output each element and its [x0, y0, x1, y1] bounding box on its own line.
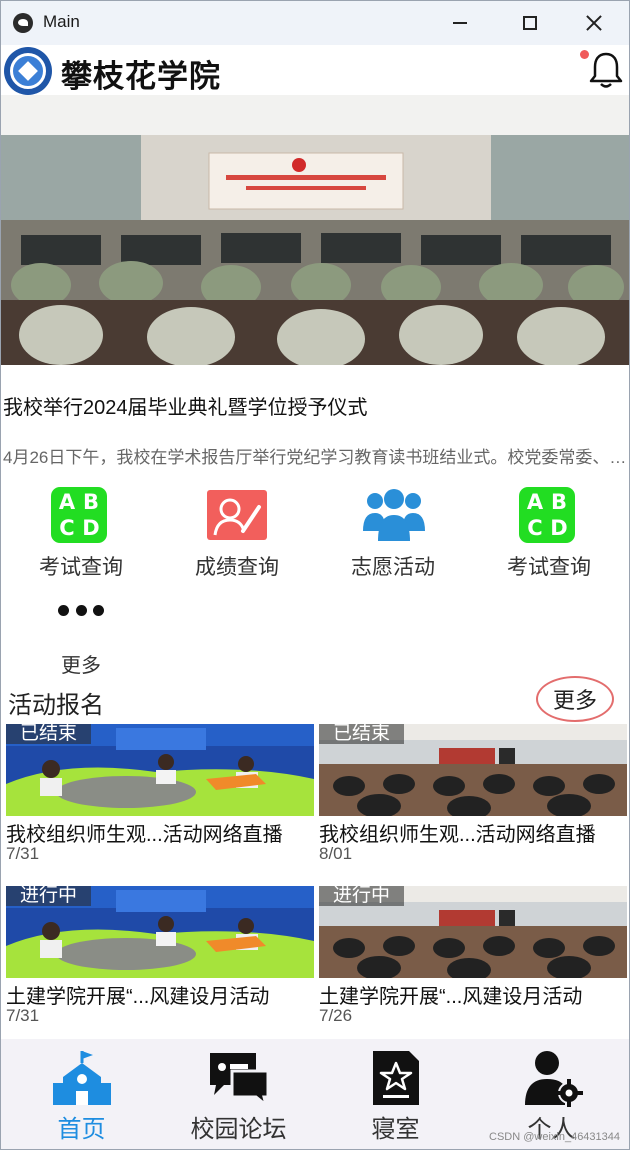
activity-card[interactable]: 进行中 土建学院开展“...风建设月活动 7/31	[6, 886, 314, 1036]
activity-title: 土建学院开展“...风建设月活动	[6, 986, 270, 1008]
activity-date: 7/31	[6, 844, 40, 863]
activity-card[interactable]: 已结束 我校组织师生观...活动网络直播 7/31	[6, 724, 314, 874]
grade-icon	[207, 487, 267, 543]
news-summary[interactable]: 4月26日下午，我校在学术报告厅举行党纪学习教育读书班结业式。校党委常委、副校长…	[3, 443, 627, 468]
tab-label: 寝室	[371, 1116, 420, 1143]
volunteer-group-icon	[363, 487, 425, 543]
maximize-button[interactable]	[495, 1, 565, 45]
activity-title: 我校组织师生观...活动网络直播	[319, 824, 596, 846]
maximize-icon	[523, 16, 537, 30]
tab-label: 校园论坛	[190, 1116, 287, 1143]
close-button[interactable]	[559, 1, 629, 45]
activity-card[interactable]: 已结束 我校组织师生观...活动网络直播 8/01	[319, 724, 627, 874]
bell-icon[interactable]	[586, 50, 626, 90]
minimize-button[interactable]	[425, 1, 495, 45]
quick-link-label: 成绩查询	[195, 556, 279, 579]
college-seal-icon	[4, 47, 52, 95]
user-settings-icon	[525, 1051, 583, 1107]
abcd-exam-icon: ABCD	[519, 487, 579, 543]
quick-link-label: 志愿活动	[351, 556, 435, 579]
news-title[interactable]: 我校举行2024届毕业典礼暨学位授予仪式	[3, 391, 368, 420]
quick-link-label: 考试查询	[507, 556, 591, 579]
activities-more-button[interactable]: 更多	[536, 676, 614, 722]
activity-title: 土建学院开展“...风建设月活动	[319, 986, 583, 1008]
app-header: 攀枝花学院	[1, 45, 629, 95]
status-badge: 已结束	[319, 724, 405, 744]
quick-link-more[interactable]: 更多	[1, 597, 157, 677]
quick-link-label: 考试查询	[39, 556, 123, 579]
tab-home[interactable]: 首页	[3, 1039, 160, 1149]
activity-date: 7/26	[319, 1006, 353, 1025]
status-badge: 进行中	[6, 886, 92, 906]
activity-title: 我校组织师生观...活动网络直播	[6, 824, 283, 846]
window-title: Main	[43, 12, 80, 31]
activities-heading: 活动报名	[8, 692, 104, 719]
quick-link-exam-query[interactable]: ABCD 考试查询	[3, 485, 159, 585]
app-icon	[13, 13, 33, 33]
unread-badge	[580, 50, 589, 59]
quick-link-volunteer[interactable]: 志愿活动	[315, 485, 471, 585]
title-bar: Main	[1, 1, 629, 45]
news-banner-image[interactable]	[1, 95, 629, 365]
minimize-icon	[453, 22, 467, 24]
more-dots-icon	[58, 605, 104, 617]
watermark: CSDN @weixin_46431344	[489, 1131, 621, 1143]
status-badge: 进行中	[319, 886, 405, 906]
tab-dorm[interactable]: 寝室	[317, 1039, 474, 1149]
school-home-icon	[53, 1051, 111, 1105]
abcd-exam-icon: ABCD	[51, 487, 111, 543]
college-name: 攀枝花学院	[61, 59, 221, 94]
status-badge: 已结束	[6, 724, 92, 744]
quick-link-label: 更多	[61, 655, 101, 677]
close-icon	[585, 14, 603, 32]
activity-card[interactable]: 进行中 土建学院开展“...风建设月活动 7/26	[319, 886, 627, 1036]
activity-date: 7/31	[6, 1006, 40, 1025]
dorm-document-icon	[373, 1051, 419, 1105]
activity-date: 8/01	[319, 844, 353, 863]
quick-link-exam-query-2[interactable]: ABCD 考试查询	[471, 485, 627, 585]
quick-link-grade-query[interactable]: 成绩查询	[159, 485, 315, 585]
chat-bubbles-icon	[210, 1053, 270, 1107]
tab-forum[interactable]: 校园论坛	[160, 1039, 317, 1149]
app-window: Main 攀枝花学院 我校举行2024届毕业典礼暨学位授予仪式 4月26日下午，…	[0, 0, 630, 1150]
tab-label: 首页	[57, 1116, 106, 1143]
